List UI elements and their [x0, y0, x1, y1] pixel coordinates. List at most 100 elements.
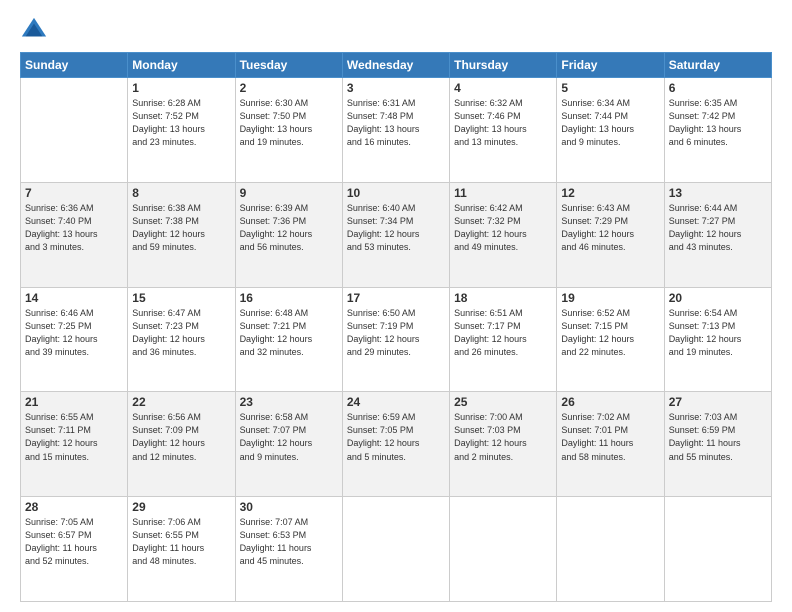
calendar-cell: 13 Sunrise: 6:44 AM Sunset: 7:27 PM Dayli… — [664, 182, 771, 287]
day-info: Sunrise: 7:00 AM Sunset: 7:03 PM Dayligh… — [454, 411, 552, 463]
calendar-week-row: 14 Sunrise: 6:46 AM Sunset: 7:25 PM Dayli… — [21, 287, 772, 392]
day-header-saturday: Saturday — [664, 53, 771, 78]
day-number: 16 — [240, 291, 338, 305]
calendar-cell: 23 Sunrise: 6:58 AM Sunset: 7:07 PM Dayli… — [235, 392, 342, 497]
calendar-table: SundayMondayTuesdayWednesdayThursdayFrid… — [20, 52, 772, 602]
calendar-header-row: SundayMondayTuesdayWednesdayThursdayFrid… — [21, 53, 772, 78]
day-info: Sunrise: 6:56 AM Sunset: 7:09 PM Dayligh… — [132, 411, 230, 463]
header — [20, 16, 772, 44]
day-info: Sunrise: 6:28 AM Sunset: 7:52 PM Dayligh… — [132, 97, 230, 149]
day-number: 26 — [561, 395, 659, 409]
day-number: 29 — [132, 500, 230, 514]
day-number: 23 — [240, 395, 338, 409]
day-number: 28 — [25, 500, 123, 514]
day-info: Sunrise: 6:30 AM Sunset: 7:50 PM Dayligh… — [240, 97, 338, 149]
calendar-cell: 12 Sunrise: 6:43 AM Sunset: 7:29 PM Dayli… — [557, 182, 664, 287]
day-number: 14 — [25, 291, 123, 305]
day-number: 1 — [132, 81, 230, 95]
day-number: 8 — [132, 186, 230, 200]
day-number: 2 — [240, 81, 338, 95]
day-info: Sunrise: 6:36 AM Sunset: 7:40 PM Dayligh… — [25, 202, 123, 254]
calendar-cell: 1 Sunrise: 6:28 AM Sunset: 7:52 PM Daylig… — [128, 78, 235, 183]
calendar-week-row: 7 Sunrise: 6:36 AM Sunset: 7:40 PM Daylig… — [21, 182, 772, 287]
day-info: Sunrise: 6:43 AM Sunset: 7:29 PM Dayligh… — [561, 202, 659, 254]
calendar-cell: 11 Sunrise: 6:42 AM Sunset: 7:32 PM Dayli… — [450, 182, 557, 287]
calendar-cell: 8 Sunrise: 6:38 AM Sunset: 7:38 PM Daylig… — [128, 182, 235, 287]
day-info: Sunrise: 6:40 AM Sunset: 7:34 PM Dayligh… — [347, 202, 445, 254]
day-header-monday: Monday — [128, 53, 235, 78]
day-info: Sunrise: 6:47 AM Sunset: 7:23 PM Dayligh… — [132, 307, 230, 359]
calendar-cell: 9Sunrise: 6:39 AM Sunset: 7:36 PM Daylig… — [235, 182, 342, 287]
calendar-cell: 16 Sunrise: 6:48 AM Sunset: 7:21 PM Dayli… — [235, 287, 342, 392]
calendar-cell: 30Sunrise: 7:07 AM Sunset: 6:53 PM Dayli… — [235, 497, 342, 602]
day-number: 24 — [347, 395, 445, 409]
calendar-cell: 21Sunrise: 6:55 AM Sunset: 7:11 PM Dayli… — [21, 392, 128, 497]
day-number: 27 — [669, 395, 767, 409]
calendar-cell: 10 Sunrise: 6:40 AM Sunset: 7:34 PM Dayli… — [342, 182, 449, 287]
day-info: Sunrise: 6:38 AM Sunset: 7:38 PM Dayligh… — [132, 202, 230, 254]
day-number: 25 — [454, 395, 552, 409]
calendar-week-row: 1 Sunrise: 6:28 AM Sunset: 7:52 PM Daylig… — [21, 78, 772, 183]
day-info: Sunrise: 6:55 AM Sunset: 7:11 PM Dayligh… — [25, 411, 123, 463]
day-info: Sunrise: 6:35 AM Sunset: 7:42 PM Dayligh… — [669, 97, 767, 149]
day-info: Sunrise: 7:03 AM Sunset: 6:59 PM Dayligh… — [669, 411, 767, 463]
day-header-wednesday: Wednesday — [342, 53, 449, 78]
page: SundayMondayTuesdayWednesdayThursdayFrid… — [0, 0, 792, 612]
day-number: 11 — [454, 186, 552, 200]
day-header-thursday: Thursday — [450, 53, 557, 78]
logo — [20, 16, 52, 44]
calendar-cell: 4 Sunrise: 6:32 AM Sunset: 7:46 PM Daylig… — [450, 78, 557, 183]
day-info: Sunrise: 6:51 AM Sunset: 7:17 PM Dayligh… — [454, 307, 552, 359]
day-info: Sunrise: 7:05 AM Sunset: 6:57 PM Dayligh… — [25, 516, 123, 568]
day-number: 10 — [347, 186, 445, 200]
day-number: 12 — [561, 186, 659, 200]
day-header-friday: Friday — [557, 53, 664, 78]
calendar-cell: 18 Sunrise: 6:51 AM Sunset: 7:17 PM Dayli… — [450, 287, 557, 392]
calendar-cell: 6 Sunrise: 6:35 AM Sunset: 7:42 PM Daylig… — [664, 78, 771, 183]
calendar-cell: 7 Sunrise: 6:36 AM Sunset: 7:40 PM Daylig… — [21, 182, 128, 287]
day-info: Sunrise: 6:34 AM Sunset: 7:44 PM Dayligh… — [561, 97, 659, 149]
day-info: Sunrise: 6:32 AM Sunset: 7:46 PM Dayligh… — [454, 97, 552, 149]
day-number: 3 — [347, 81, 445, 95]
day-number: 5 — [561, 81, 659, 95]
day-number: 20 — [669, 291, 767, 305]
day-number: 30 — [240, 500, 338, 514]
day-info: Sunrise: 7:02 AM Sunset: 7:01 PM Dayligh… — [561, 411, 659, 463]
day-header-tuesday: Tuesday — [235, 53, 342, 78]
day-info: Sunrise: 6:42 AM Sunset: 7:32 PM Dayligh… — [454, 202, 552, 254]
calendar-cell — [664, 497, 771, 602]
calendar-cell: 26 Sunrise: 7:02 AM Sunset: 7:01 PM Dayli… — [557, 392, 664, 497]
day-number: 18 — [454, 291, 552, 305]
day-number: 19 — [561, 291, 659, 305]
day-info: Sunrise: 6:54 AM Sunset: 7:13 PM Dayligh… — [669, 307, 767, 359]
day-number: 4 — [454, 81, 552, 95]
calendar-cell: 3 Sunrise: 6:31 AM Sunset: 7:48 PM Daylig… — [342, 78, 449, 183]
calendar-cell: 20 Sunrise: 6:54 AM Sunset: 7:13 PM Dayli… — [664, 287, 771, 392]
day-number: 15 — [132, 291, 230, 305]
calendar-cell: 22Sunrise: 6:56 AM Sunset: 7:09 PM Dayli… — [128, 392, 235, 497]
calendar-cell: 27 Sunrise: 7:03 AM Sunset: 6:59 PM Dayli… — [664, 392, 771, 497]
calendar-cell — [450, 497, 557, 602]
day-number: 6 — [669, 81, 767, 95]
day-info: Sunrise: 6:50 AM Sunset: 7:19 PM Dayligh… — [347, 307, 445, 359]
day-info: Sunrise: 6:52 AM Sunset: 7:15 PM Dayligh… — [561, 307, 659, 359]
calendar-week-row: 21Sunrise: 6:55 AM Sunset: 7:11 PM Dayli… — [21, 392, 772, 497]
day-info: Sunrise: 6:48 AM Sunset: 7:21 PM Dayligh… — [240, 307, 338, 359]
day-info: Sunrise: 6:46 AM Sunset: 7:25 PM Dayligh… — [25, 307, 123, 359]
day-info: Sunrise: 6:44 AM Sunset: 7:27 PM Dayligh… — [669, 202, 767, 254]
day-number: 13 — [669, 186, 767, 200]
calendar-cell: 19 Sunrise: 6:52 AM Sunset: 7:15 PM Dayli… — [557, 287, 664, 392]
calendar-cell: 24 Sunrise: 6:59 AM Sunset: 7:05 PM Dayli… — [342, 392, 449, 497]
day-number: 17 — [347, 291, 445, 305]
day-info: Sunrise: 6:58 AM Sunset: 7:07 PM Dayligh… — [240, 411, 338, 463]
day-info: Sunrise: 6:59 AM Sunset: 7:05 PM Dayligh… — [347, 411, 445, 463]
calendar-cell: 15 Sunrise: 6:47 AM Sunset: 7:23 PM Dayli… — [128, 287, 235, 392]
calendar-cell — [21, 78, 128, 183]
calendar-cell — [557, 497, 664, 602]
calendar-cell: 28 Sunrise: 7:05 AM Sunset: 6:57 PM Dayli… — [21, 497, 128, 602]
day-header-sunday: Sunday — [21, 53, 128, 78]
day-info: Sunrise: 6:39 AM Sunset: 7:36 PM Dayligh… — [240, 202, 338, 254]
day-info: Sunrise: 6:31 AM Sunset: 7:48 PM Dayligh… — [347, 97, 445, 149]
day-number: 7 — [25, 186, 123, 200]
calendar-cell — [342, 497, 449, 602]
